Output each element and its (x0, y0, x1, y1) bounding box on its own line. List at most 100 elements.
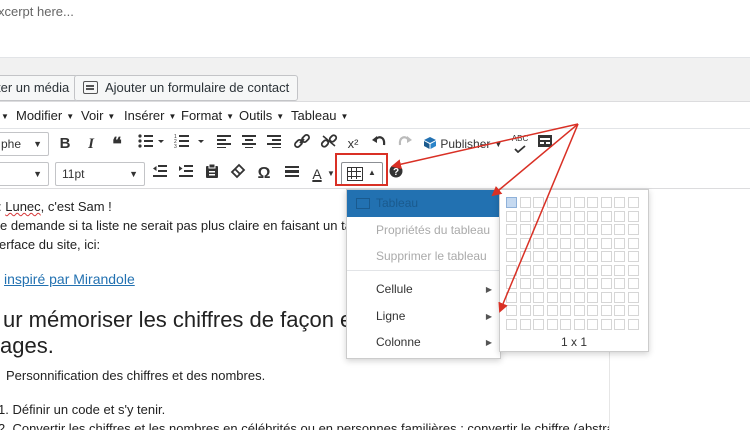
italic-button[interactable]: I (84, 133, 98, 155)
grid-cell[interactable] (627, 278, 639, 289)
content-link[interactable]: inspiré par Mirandole (4, 271, 135, 287)
menu-caret-partial[interactable]: ▼ (0, 108, 9, 123)
grid-cell[interactable] (600, 291, 612, 303)
grid-cell[interactable] (600, 251, 612, 262)
toolbar-toggle-button[interactable] (537, 133, 553, 155)
grid-cell[interactable] (506, 251, 517, 262)
grid-cell[interactable] (573, 291, 585, 303)
undo-button[interactable] (371, 133, 387, 155)
add-media-button[interactable]: ter un média (0, 75, 79, 101)
grid-cell[interactable] (519, 318, 531, 330)
grid-cell[interactable] (506, 237, 517, 249)
grid-cell[interactable] (506, 224, 517, 235)
grid-cell[interactable] (627, 224, 639, 235)
grid-cell[interactable] (546, 305, 558, 316)
grid-cell[interactable] (627, 197, 639, 208)
grid-cell[interactable] (614, 291, 625, 303)
publisher-button[interactable]: Publisher ▼ (423, 133, 505, 155)
grid-cell[interactable] (614, 318, 625, 330)
grid-cell[interactable] (519, 251, 531, 262)
grid-cell[interactable] (587, 291, 598, 303)
indent-button[interactable] (178, 163, 194, 185)
grid-cell[interactable] (519, 237, 531, 249)
table-menu-item-cell[interactable]: Cellule ▶ (347, 276, 500, 303)
grid-cell[interactable] (533, 251, 544, 262)
menu-modifier[interactable]: Modifier ▼ (16, 108, 74, 123)
text-color-button[interactable]: A (308, 163, 326, 185)
grid-cell[interactable] (519, 291, 531, 303)
blockquote-button[interactable]: ❝ (108, 133, 126, 155)
add-contact-form-button[interactable]: Ajouter un formulaire de contact (74, 75, 299, 101)
grid-cell[interactable] (600, 224, 612, 235)
table-menu-item-delete[interactable]: Supprimer le tableau (347, 243, 500, 270)
grid-cell[interactable] (560, 210, 571, 222)
grid-cell[interactable] (560, 278, 571, 289)
grid-cell[interactable] (533, 237, 544, 249)
grid-cell[interactable] (519, 224, 531, 235)
grid-cell[interactable] (614, 278, 625, 289)
grid-cell[interactable] (546, 251, 558, 262)
grid-cell[interactable] (546, 237, 558, 249)
bold-button[interactable]: B (58, 133, 72, 155)
help-button[interactable]: ? (389, 163, 403, 185)
menu-tableau[interactable]: Tableau ▼ (291, 108, 348, 123)
grid-cell[interactable] (587, 318, 598, 330)
font-family-select[interactable]: ▼ (0, 162, 49, 186)
grid-cell[interactable] (533, 210, 544, 222)
grid-cell[interactable] (614, 210, 625, 222)
grid-cell[interactable] (533, 197, 544, 208)
grid-cell[interactable] (600, 197, 612, 208)
insert-link-button[interactable] (293, 133, 311, 155)
paste-text-button[interactable] (204, 163, 220, 185)
align-left-button[interactable] (216, 133, 232, 155)
grid-cell[interactable] (627, 305, 639, 316)
grid-cell[interactable] (560, 251, 571, 262)
grid-cell[interactable] (614, 237, 625, 249)
grid-cell[interactable] (587, 264, 598, 276)
grid-cell[interactable] (614, 305, 625, 316)
grid-cell[interactable] (627, 264, 639, 276)
grid-cell[interactable] (627, 237, 639, 249)
grid-cell[interactable] (506, 278, 517, 289)
grid-cell[interactable] (573, 318, 585, 330)
grid-cell[interactable] (573, 210, 585, 222)
grid-cell[interactable] (533, 264, 544, 276)
superscript-button[interactable]: x² (345, 133, 361, 155)
grid-cell[interactable] (627, 291, 639, 303)
grid-cell[interactable] (506, 197, 517, 208)
grid-cell[interactable] (546, 291, 558, 303)
grid-cell[interactable] (587, 197, 598, 208)
grid-cell[interactable] (546, 210, 558, 222)
table-menu-item-row[interactable]: Ligne ▶ (347, 303, 500, 330)
grid-cell[interactable] (587, 237, 598, 249)
grid-cell[interactable] (600, 318, 612, 330)
grid-cell[interactable] (506, 291, 517, 303)
grid-cell[interactable] (573, 305, 585, 316)
grid-cell[interactable] (600, 278, 612, 289)
grid-cell[interactable] (587, 210, 598, 222)
menu-outils[interactable]: Outils ▼ (239, 108, 284, 123)
grid-cell[interactable] (587, 224, 598, 235)
grid-cell[interactable] (506, 318, 517, 330)
grid-cell[interactable] (627, 251, 639, 262)
grid-cell[interactable] (519, 278, 531, 289)
menu-format[interactable]: Format ▼ (181, 108, 234, 123)
grid-cell[interactable] (519, 197, 531, 208)
grid-cell[interactable] (560, 291, 571, 303)
grid-cell[interactable] (587, 278, 598, 289)
redo-button[interactable] (397, 133, 413, 155)
table-menu-item-column[interactable]: Colonne ▶ (347, 329, 500, 356)
grid-cell[interactable] (560, 318, 571, 330)
menu-inserer[interactable]: Insérer ▼ (124, 108, 176, 123)
font-size-select[interactable]: 11pt ▼ (55, 162, 145, 186)
grid-cell[interactable] (546, 278, 558, 289)
paragraph-format-select[interactable]: phe ▼ (0, 132, 49, 156)
grid-cell[interactable] (600, 264, 612, 276)
grid-cell[interactable] (546, 318, 558, 330)
grid-cell[interactable] (627, 318, 639, 330)
grid-cell[interactable] (573, 237, 585, 249)
grid-cell[interactable] (560, 224, 571, 235)
special-character-button[interactable]: Ω (256, 163, 272, 185)
grid-cell[interactable] (587, 251, 598, 262)
grid-cell[interactable] (627, 210, 639, 222)
